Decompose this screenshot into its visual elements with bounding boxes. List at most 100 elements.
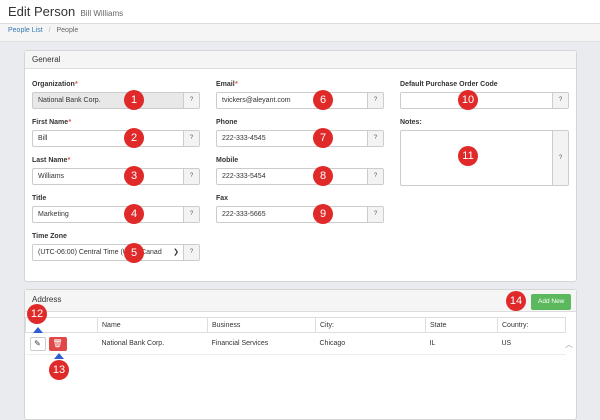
callout-badge: 14 — [506, 291, 526, 311]
help-button[interactable]: ? — [367, 169, 383, 184]
address-panel: Address Add New Name Business City: Stat… — [24, 289, 577, 420]
page-subtitle: Bill Williams — [80, 9, 124, 18]
fax-value: 222-333-5665 — [222, 211, 266, 218]
email-field: Email* tvickers@aleyant.com ? — [216, 81, 384, 109]
table-row: ✎ 🗑 National Bank Corp. Financial Service… — [25, 332, 566, 355]
organization-label: Organization — [32, 81, 75, 88]
help-button[interactable]: ? — [183, 93, 199, 108]
fax-input[interactable]: 222-333-5665 ? — [216, 206, 384, 223]
callout-badge: 3 — [124, 166, 144, 186]
required-mark: * — [74, 81, 78, 88]
callout-badge: 12 — [27, 304, 47, 324]
po-code-label: Default Purchase Order Code — [400, 81, 498, 88]
po-code-input[interactable]: ? — [400, 92, 569, 109]
mobile-input[interactable]: 222-333-5454 ? — [216, 168, 384, 185]
help-button[interactable]: ? — [183, 169, 199, 184]
callout-badge: 4 — [124, 204, 144, 224]
cell-name: National Bank Corp. — [97, 332, 208, 355]
callout-badge: 8 — [313, 166, 333, 186]
column-header-name[interactable]: Name — [97, 317, 208, 333]
help-button[interactable]: ? — [183, 207, 199, 222]
first-name-field: First Name* Bill ? — [32, 119, 200, 147]
general-panel: General Organization* National Bank Corp… — [24, 50, 577, 282]
time-zone-field: Time Zone (UTC-06:00) Central Time (US &… — [32, 233, 200, 261]
phone-field: Phone 222-333-4545 ? — [216, 119, 384, 147]
organization-value: National Bank Corp. — [33, 93, 183, 108]
pointer-arrow-icon — [54, 353, 64, 359]
help-button[interactable]: ? — [367, 93, 383, 108]
first-name-input[interactable]: Bill ? — [32, 130, 200, 147]
table-header-row: Name Business City: State Country: — [25, 317, 566, 333]
column-header-business[interactable]: Business — [207, 317, 316, 333]
breadcrumb-current: People — [56, 27, 79, 34]
phone-label: Phone — [216, 119, 238, 126]
page-title: Edit Person — [8, 4, 76, 19]
fax-label: Fax — [216, 195, 229, 202]
chevron-down-icon: ❯ — [173, 249, 179, 256]
cell-business: Financial Services — [207, 332, 316, 355]
last-name-input[interactable]: Williams ? — [32, 168, 200, 185]
email-value: tvickers@aleyant.com — [222, 97, 291, 104]
last-name-field: Last Name* Williams ? — [32, 157, 200, 185]
mobile-value: 222-333-5454 — [222, 173, 266, 180]
help-button[interactable]: ? — [183, 131, 199, 146]
column-header-city[interactable]: City: — [315, 317, 426, 333]
help-button[interactable]: ? — [552, 131, 568, 185]
breadcrumb: People List / People — [0, 24, 600, 42]
organization-input[interactable]: National Bank Corp. ? — [32, 92, 200, 109]
title-label: Title — [32, 195, 47, 202]
cell-city: Chicago — [315, 332, 426, 355]
organization-field: Organization* National Bank Corp. ? — [32, 81, 200, 109]
time-zone-value: (UTC-06:00) Central Time (US & Canad — [38, 249, 162, 256]
help-button[interactable]: ? — [552, 93, 568, 108]
breadcrumb-separator: / — [48, 27, 51, 34]
page-header: Edit Person Bill Williams — [0, 0, 600, 24]
callout-badge: 2 — [124, 128, 144, 148]
notes-textarea[interactable]: ? — [400, 130, 569, 186]
column-header-state[interactable]: State — [425, 317, 498, 333]
general-heading: General — [25, 51, 576, 69]
address-table: Name Business City: State Country: ✎ 🗑 Na… — [25, 317, 566, 355]
help-button[interactable]: ? — [367, 207, 383, 222]
required-mark: * — [234, 81, 238, 88]
title-input[interactable]: Marketing ? — [32, 206, 200, 223]
first-name-value: Bill — [38, 135, 48, 142]
mobile-field: Mobile 222-333-5454 ? — [216, 157, 384, 185]
row-actions: ✎ 🗑 — [25, 332, 98, 355]
time-zone-label: Time Zone — [32, 233, 67, 240]
callout-badge: 13 — [49, 360, 69, 380]
last-name-label: Last Name — [32, 157, 68, 164]
add-new-button[interactable]: Add New — [531, 294, 572, 310]
required-mark: * — [68, 119, 71, 126]
help-button[interactable]: ? — [183, 245, 199, 260]
edit-icon[interactable]: ✎ — [29, 336, 46, 351]
address-heading: Address — [25, 290, 576, 312]
last-name-value: Williams — [38, 173, 65, 180]
cell-country: US — [497, 332, 566, 355]
notes-label: Notes: — [400, 119, 422, 126]
help-button[interactable]: ? — [367, 131, 383, 146]
first-name-label: First Name — [32, 119, 69, 126]
trash-icon[interactable]: 🗑 — [48, 336, 67, 351]
callout-badge: 7 — [313, 128, 333, 148]
fax-field: Fax 222-333-5665 ? — [216, 195, 384, 223]
time-zone-select[interactable]: (UTC-06:00) Central Time (US & Canad ❯ ? — [32, 244, 200, 261]
notes-field: Notes: ? — [400, 119, 569, 186]
title-field: Title Marketing ? — [32, 195, 200, 223]
mobile-label: Mobile — [216, 157, 239, 164]
pointer-arrow-icon — [33, 327, 43, 333]
title-value: Marketing — [38, 211, 69, 218]
breadcrumb-people-list[interactable]: People List — [8, 27, 43, 34]
email-input[interactable]: tvickers@aleyant.com ? — [216, 92, 384, 109]
callout-badge: 11 — [458, 146, 478, 166]
email-label: Email — [216, 81, 235, 88]
po-code-field: Default Purchase Order Code ? — [400, 81, 569, 109]
column-header-country[interactable]: Country: — [497, 317, 566, 333]
phone-value: 222-333-4545 — [222, 135, 266, 142]
callout-badge: 10 — [458, 90, 478, 110]
phone-input[interactable]: 222-333-4545 ? — [216, 130, 384, 147]
scroll-up-icon[interactable]: ︿ — [565, 339, 573, 350]
required-mark: * — [67, 157, 71, 164]
callout-badge: 5 — [124, 243, 144, 263]
callout-badge: 1 — [124, 90, 144, 110]
